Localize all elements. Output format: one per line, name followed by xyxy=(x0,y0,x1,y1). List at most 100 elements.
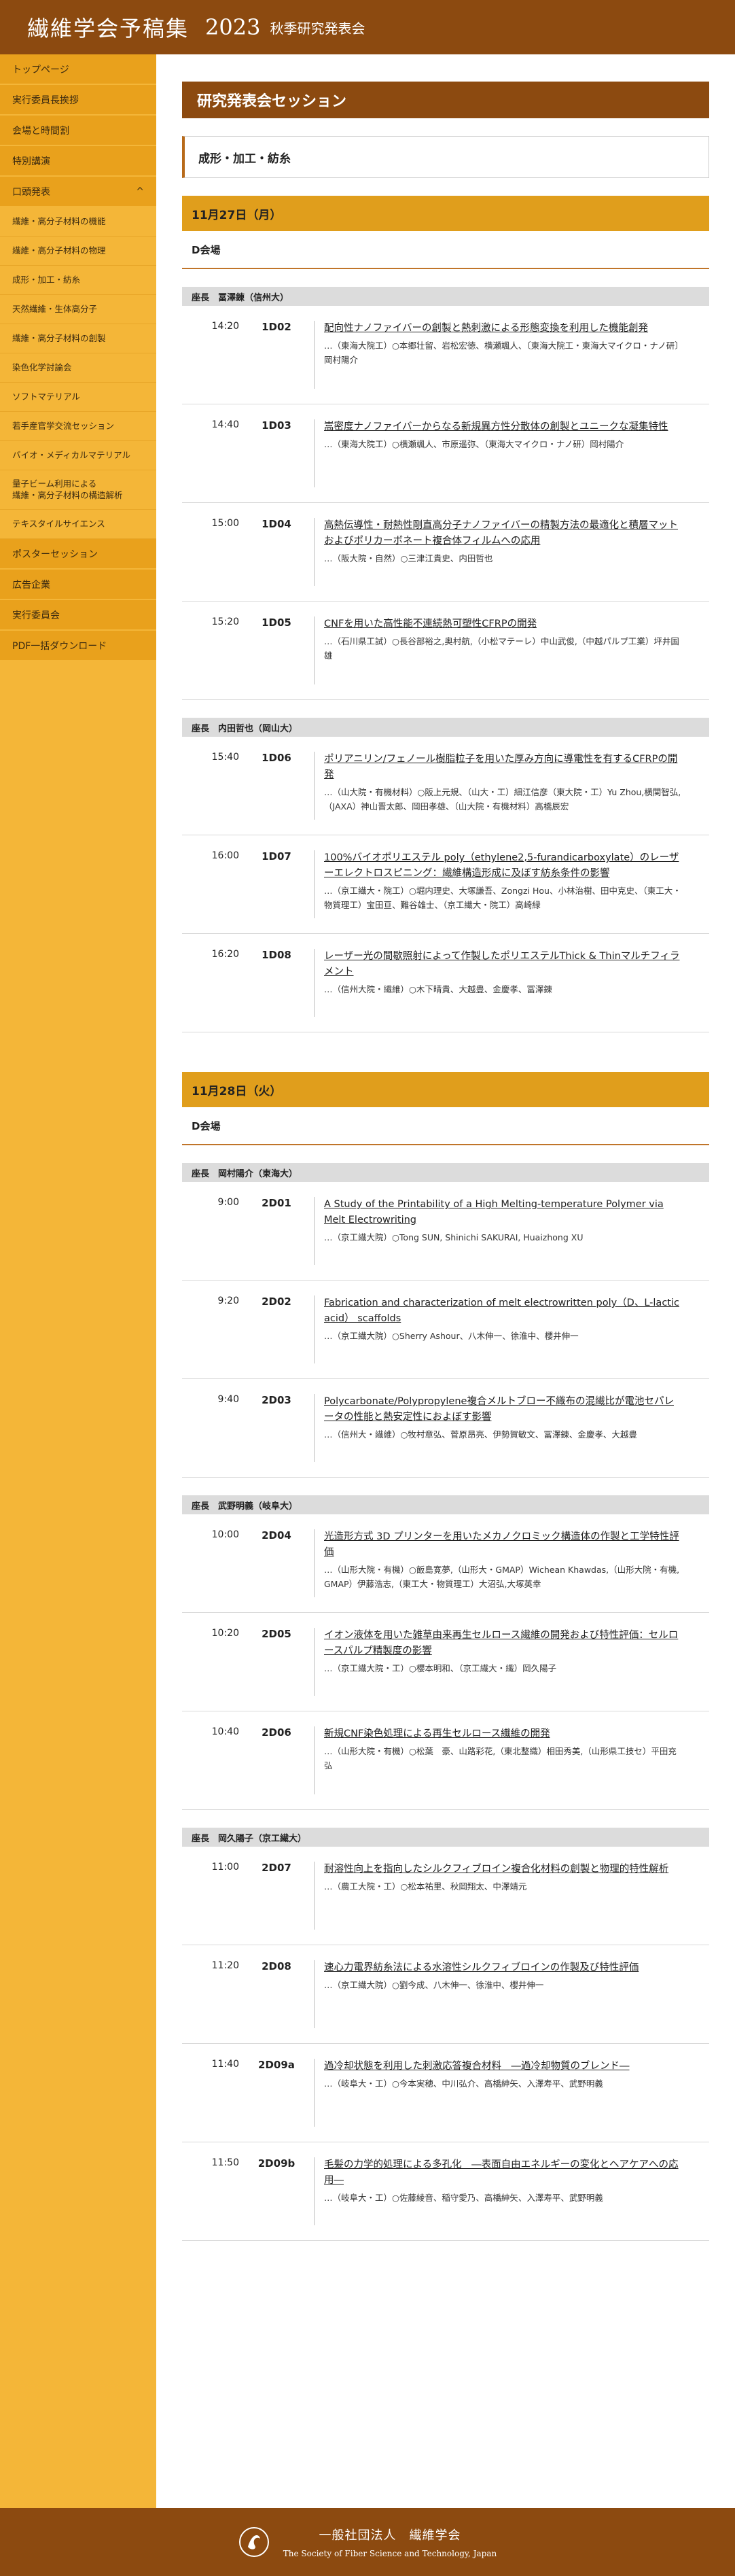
sidebar-item-2[interactable]: 会場と時間割 xyxy=(0,116,156,146)
chevron-up-icon[interactable]: ^ xyxy=(136,186,144,197)
talk-row: 11:20 2D08 速心力電界紡糸法による水溶性シルクフィブロインの作製及び特性評… xyxy=(182,1945,709,2044)
talk-title-link[interactable]: A Study of the Printability of a High Me… xyxy=(324,1197,682,1228)
sidebar-item-11[interactable]: ソフトマテリアル xyxy=(0,383,156,412)
talk-title-link[interactable]: イオン液体を用いた雑草由来再生セルロース繊維の開発および特性評価：セルロースパル… xyxy=(324,1628,682,1659)
sidebar-item-9[interactable]: 繊維・高分子材料の創製 xyxy=(0,324,156,353)
talk-title-link[interactable]: 速心力電界紡糸法による水溶性シルクフィブロインの作製及び特性評価 xyxy=(324,1960,682,1976)
date-bar: 11月28日（火） xyxy=(182,1072,709,1107)
talk-code: 1D03 xyxy=(262,419,291,432)
talk-row: 9:00 2D01 A Study of the Printability of a… xyxy=(182,1182,709,1281)
talk-title-link[interactable]: CNFを用いた高性能不連続熱可塑性CFRPの開発 xyxy=(324,616,682,632)
sidebar-item-label: 繊維・高分子材料の機能 xyxy=(12,215,106,226)
sidebar-item-14[interactable]: 量子ビーム利用による 繊維・高分子材料の構造解析 xyxy=(0,470,156,510)
talk-authors: …（山形大院・有機）○松葉 豪、山路彩花,（東北整織）相田秀美,（山形県工技セ）… xyxy=(324,1746,677,1771)
talk-code: 1D07 xyxy=(262,850,291,863)
talk-time: 15:40 xyxy=(211,752,239,763)
main-content: 研究発表会セッション 成形・加工・紡糸 11月27日（月） D会場 座長 冨澤錬（信… xyxy=(156,54,735,2508)
sidebar-item-1[interactable]: 実行委員長挨拶 xyxy=(0,85,156,116)
chair-header: 座長 冨澤錬（信州大） xyxy=(182,287,709,306)
sidebar-item-15[interactable]: テキスタイルサイエンス xyxy=(0,510,156,539)
talk-title-link[interactable]: 毛髪の力学的処理による多孔化 ―表面自由エネルギーの変化とヘアケアへの応用― xyxy=(324,2157,682,2189)
talk-title-link[interactable]: 100%バイオポリエステル poly（ethylene2,5-furandica… xyxy=(324,850,682,882)
talk-title-link[interactable]: 光造形方式 3D プリンターを用いたメカノクロミック構造体の作製と工学特性評価 xyxy=(324,1529,682,1561)
talk-title-link[interactable]: 耐溶性向上を指向したシルクフィブロイン複合化材料の創製と物理的特性解析 xyxy=(324,1862,682,1877)
talk-code: 2D07 xyxy=(262,1862,291,1874)
talk-time: 15:00 xyxy=(211,518,239,529)
talk-title-link[interactable]: Fabrication and characterization of melt… xyxy=(324,1295,682,1327)
talk-body: 速心力電界紡糸法による水溶性シルクフィブロインの作製及び特性評価 …（京工繊大院）… xyxy=(314,1960,709,2028)
talk-time: 14:40 xyxy=(211,419,239,430)
society-logo-icon xyxy=(238,2527,269,2557)
sidebar-item-18[interactable]: 実行委員会 xyxy=(0,600,156,631)
talk-code: 2D09b xyxy=(257,2157,295,2170)
talk-time: 11:20 xyxy=(211,1960,239,1971)
talk-body: 100%バイオポリエステル poly（ethylene2,5-furandica… xyxy=(314,850,709,918)
talk-authors: …（岐阜大・工）○佐藤綾音、稲守愛乃、高橋紳矢、入澤寿平、武野明義 xyxy=(324,2193,603,2204)
talk-code: 1D05 xyxy=(262,616,291,629)
site-subtitle: 秋季研究発表会 xyxy=(270,20,365,37)
page-title: 研究発表会セッション xyxy=(182,82,709,118)
talk-title-link[interactable]: レーザー光の間歇照射によって作製したポリエステルThick & Thinマルチフ… xyxy=(324,949,682,980)
sidebar-item-label: 特別講演 xyxy=(12,156,50,167)
talk-title-link[interactable]: 配向性ナノファイバーの創製と熱刺激による形態変換を利用した機能創発 xyxy=(324,321,682,336)
site-title[interactable]: 繊維学会予稿集 xyxy=(27,12,189,43)
talk-time: 11:50 xyxy=(211,2157,239,2168)
sidebar-nav: トップページ実行委員長挨拶 会場と時間割特別講演口頭発表 ^ 繊維・高分子材料の機能繊… xyxy=(0,54,156,2508)
talk-code: 2D09a xyxy=(258,2059,295,2071)
sidebar-item-label: 染色化学討論会 xyxy=(12,362,72,372)
site-footer: 一般社団法人 繊維学会 The Society of Fiber Science… xyxy=(0,2508,735,2576)
sidebar-item-17[interactable]: 広告企業 xyxy=(0,570,156,600)
talk-body: A Study of the Printability of a High Me… xyxy=(314,1197,709,1265)
sidebar-item-6[interactable]: 繊維・高分子材料の物理 xyxy=(0,237,156,266)
sidebar-item-8[interactable]: 天然繊維・生体高分子 xyxy=(0,295,156,324)
room-label: D会場 xyxy=(182,1107,709,1145)
chair-header: 座長 内田哲也（岡山大） xyxy=(182,718,709,737)
talk-time: 9:40 xyxy=(217,1394,239,1405)
sidebar-item-label: 量子ビーム利用による 繊維・高分子材料の構造解析 xyxy=(12,478,123,500)
talk-body: Fabrication and characterization of melt… xyxy=(314,1295,709,1363)
sidebar-item-4[interactable]: 口頭発表 ^ xyxy=(0,177,156,207)
talk-time: 16:00 xyxy=(211,850,239,861)
talk-authors: …（農工大院・工）○松本祐里、秋岡翔太、中澤靖元 xyxy=(324,1881,527,1892)
sidebar-item-0[interactable]: トップページ xyxy=(0,54,156,85)
talk-body: 過冷却状態を利用した刺激応答複合材料 ―過冷却物質のブレンド― …（岐阜大・工）○… xyxy=(314,2059,709,2127)
site-year: 2023 xyxy=(205,14,261,40)
sidebar-item-label: トップページ xyxy=(12,64,69,75)
sidebar-item-10[interactable]: 染色化学討論会 xyxy=(0,353,156,383)
sidebar-item-12[interactable]: 若手産官学交流セッション xyxy=(0,412,156,441)
talk-code: 2D06 xyxy=(262,1726,291,1739)
sidebar-item-13[interactable]: バイオ・メディカルマテリアル xyxy=(0,441,156,470)
talk-title-link[interactable]: Polycarbonate/Polypropylene複合メルトブロー不織布の混… xyxy=(324,1394,682,1425)
talk-title-link[interactable]: 新規CNF染色処理による再生セルロース繊維の開発 xyxy=(324,1726,682,1742)
sidebar-item-label: 口頭発表 xyxy=(12,186,50,198)
talk-authors: …（京工繊大院）○劉今成、八木伸一、徐淮中、櫻井伸一 xyxy=(324,1980,544,1991)
sidebar-item-5[interactable]: 繊維・高分子材料の機能 xyxy=(0,207,156,237)
sidebar-item-16[interactable]: ポスターセッション xyxy=(0,539,156,570)
talk-row: 11:50 2D09b 毛髪の力学的処理による多孔化 ―表面自由エネルギーの変化とヘ… xyxy=(182,2142,709,2241)
sidebar-item-19[interactable]: PDF一括ダウンロード xyxy=(0,631,156,661)
talk-body: イオン液体を用いた雑草由来再生セルロース繊維の開発および特性評価：セルロースパル… xyxy=(314,1628,709,1696)
talk-title-link[interactable]: 過冷却状態を利用した刺激応答複合材料 ―過冷却物質のブレンド― xyxy=(324,2059,682,2074)
talk-title-link[interactable]: 高熱伝導性・耐熱性剛直高分子ナノファイバーの精製方法の最適化と積層マットおよびポ… xyxy=(324,518,682,549)
sidebar-item-label: 広告企業 xyxy=(12,579,50,591)
talk-time: 11:40 xyxy=(211,2059,239,2070)
session-topic: 成形・加工・紡糸 xyxy=(182,136,709,178)
talk-authors: …（信州大・繊維）○牧村章弘、菅原昂亮、伊勢賀敏文、冨澤錬、金慶孝、大越豊 xyxy=(324,1429,637,1440)
talk-body: 毛髪の力学的処理による多孔化 ―表面自由エネルギーの変化とヘアケアへの応用― …（… xyxy=(314,2157,709,2225)
talk-authors: …（信州大院・繊維）○木下晴貴、大越豊、金慶孝、冨澤錬 xyxy=(324,984,552,995)
sidebar-item-label: PDF一括ダウンロード xyxy=(12,640,107,652)
sidebar-item-label: 若手産官学交流セッション xyxy=(12,420,115,431)
talk-row: 14:20 1D02 配向性ナノファイバーの創製と熱刺激による形態変換を利用した機能… xyxy=(182,306,709,404)
talk-title-link[interactable]: 嵩密度ナノファイバーからなる新規異方性分散体の創製とユニークな凝集特性 xyxy=(324,419,682,435)
talk-row: 11:00 2D07 耐溶性向上を指向したシルクフィブロイン複合化材料の創製と物理的… xyxy=(182,1847,709,1945)
sidebar-item-7[interactable]: 成形・加工・紡糸 xyxy=(0,266,156,295)
site-header: 繊維学会予稿集 2023 秋季研究発表会 xyxy=(0,0,735,54)
sidebar-item-label: テキスタイルサイエンス xyxy=(12,518,105,529)
talk-code: 1D08 xyxy=(262,949,291,961)
talk-time: 16:20 xyxy=(211,949,239,960)
talk-title-link[interactable]: ポリアニリン/フェノール樹脂粒子を用いた厚み方向に導電性を有するCFRPの開発 xyxy=(324,752,682,783)
talk-code: 1D06 xyxy=(262,752,291,764)
sidebar-item-label: 実行委員会 xyxy=(12,610,60,621)
sidebar-item-3[interactable]: 特別講演 xyxy=(0,146,156,177)
talk-row: 10:20 2D05 イオン液体を用いた雑草由来再生セルロース繊維の開発および特性評… xyxy=(182,1613,709,1711)
